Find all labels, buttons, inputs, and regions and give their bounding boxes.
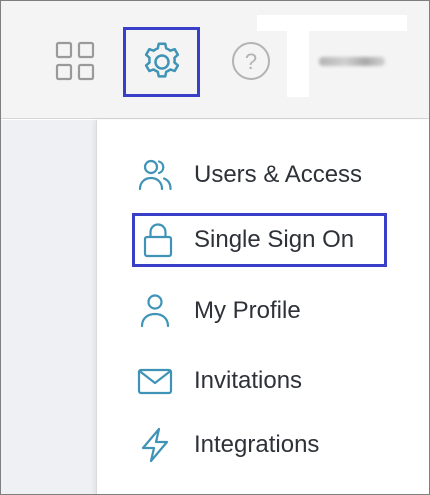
redaction-block — [371, 285, 401, 327]
menu-item-single-sign-on[interactable]: Single Sign On — [132, 213, 387, 267]
users-icon — [138, 159, 172, 191]
lightning-icon — [141, 427, 169, 463]
left-panel — [1, 120, 96, 494]
menu-item-label: Integrations — [194, 431, 320, 458]
lock-icon — [143, 223, 173, 258]
settings-button[interactable] — [123, 27, 200, 97]
redaction-block — [287, 15, 309, 97]
menu-item-integrations[interactable]: Integrations — [135, 420, 415, 470]
gear-icon — [144, 42, 180, 78]
menu-item-label: Single Sign On — [194, 226, 355, 253]
redaction-block — [257, 15, 407, 31]
top-toolbar: ? — [1, 1, 429, 119]
help-glyph: ? — [245, 49, 257, 74]
menu-item-label: My Profile — [194, 297, 301, 324]
menu-item-users-access[interactable]: Users & Access — [135, 150, 415, 200]
grid-apps-icon[interactable] — [53, 39, 97, 83]
menu-item-invitations[interactable]: Invitations — [135, 356, 415, 406]
help-icon[interactable]: ? — [229, 39, 273, 83]
app-frame: ? Users & Access Single Sign On My Profi… — [0, 0, 430, 495]
user-name-blurred[interactable] — [319, 57, 385, 66]
menu-item-label: Users & Access — [194, 161, 363, 188]
menu-item-label: Invitations — [194, 367, 303, 394]
user-icon — [140, 294, 170, 328]
envelope-icon — [137, 368, 173, 395]
